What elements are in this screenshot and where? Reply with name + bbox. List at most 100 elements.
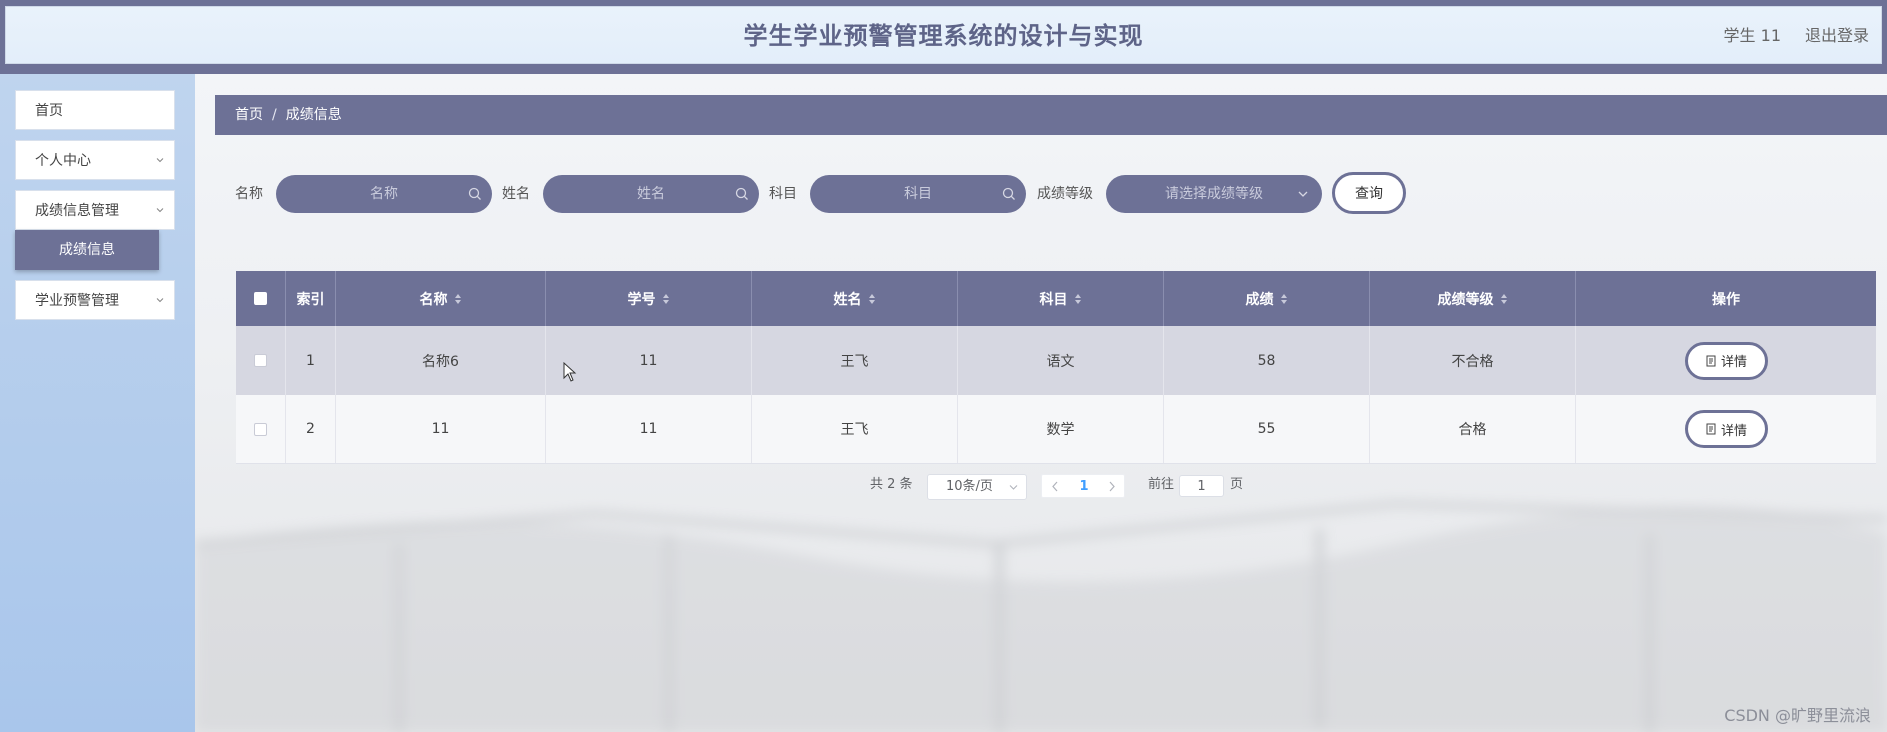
student-name-search-input[interactable] — [543, 175, 759, 213]
breadcrumb-home[interactable]: 首页 — [235, 107, 263, 123]
goto-label: 前往 — [1148, 477, 1175, 492]
cell-student-id: 11 — [546, 395, 752, 463]
page-size-select[interactable]: 10条/页 — [927, 474, 1027, 500]
breadcrumb: 首页 / 成绩信息 — [215, 95, 1887, 135]
cell-score: 55 — [1164, 395, 1370, 463]
cell-name: 名称6 — [336, 326, 546, 395]
header-grade-level[interactable]: 成绩等级 — [1370, 271, 1576, 326]
chevron-left-icon[interactable] — [1051, 481, 1059, 492]
header-label: 学号 — [627, 291, 656, 308]
row-select-cell — [236, 395, 286, 463]
sidebar-item-label: 个人中心 — [35, 153, 91, 169]
site-title: 学生学业预警管理系统的设计与实现 — [743, 22, 1144, 50]
header-student-id[interactable]: 学号 — [546, 271, 752, 326]
logout-link[interactable]: 退出登录 — [1805, 7, 1869, 65]
grade-level-select[interactable]: 请选择成绩等级 — [1106, 175, 1322, 213]
chevron-down-icon — [156, 158, 164, 163]
sort-icon — [662, 293, 669, 304]
table-row[interactable]: 1 名称6 11 王飞 语文 58 不合格 详情 — [236, 326, 1876, 395]
grade-level-label: 成绩等级 — [1037, 186, 1093, 202]
student-name-label: 姓名 — [502, 186, 530, 202]
row-checkbox[interactable] — [254, 354, 267, 367]
breadcrumb-separator: / — [272, 107, 277, 123]
chevron-down-icon — [156, 298, 164, 303]
query-button[interactable]: 查询 — [1332, 172, 1406, 214]
sidebar-item-label: 学业预警管理 — [35, 293, 119, 309]
header-student-name[interactable]: 姓名 — [752, 271, 958, 326]
goto-page-input[interactable] — [1179, 475, 1224, 497]
sort-icon — [1280, 293, 1287, 304]
main-content: 首页 / 成绩信息 名称 姓名 科目 成绩等级 请选择成绩等级 查询 索引 名称 学… — [195, 74, 1887, 732]
sidebar-item-score-management[interactable]: 成绩信息管理 — [15, 190, 175, 230]
row-select-cell — [236, 326, 286, 395]
chevron-down-icon — [156, 208, 164, 213]
chevron-down-icon — [1009, 485, 1018, 490]
sidebar-item-label: 首页 — [35, 103, 63, 119]
table-row[interactable]: 2 11 11 王飞 数学 55 合格 详情 — [236, 395, 1876, 464]
cell-index: 1 — [286, 326, 336, 395]
chevron-right-icon[interactable] — [1108, 481, 1116, 492]
subject-label: 科目 — [769, 186, 797, 202]
cell-grade-level: 不合格 — [1370, 326, 1576, 395]
sidebar-subitem-score-info[interactable]: 成绩信息 — [15, 230, 159, 270]
cell-student-name: 王飞 — [752, 326, 958, 395]
header-label: 名称 — [419, 291, 448, 308]
pagination-total: 共 2 条 — [870, 477, 913, 492]
header-subject[interactable]: 科目 — [958, 271, 1164, 326]
cell-student-id: 11 — [546, 326, 752, 395]
detail-button-label: 详情 — [1720, 423, 1747, 439]
sidebar-item-label: 成绩信息管理 — [35, 203, 119, 219]
table-header: 索引 名称 学号 姓名 科目 成绩 成绩等级 操作 — [236, 271, 1876, 326]
current-user: 学生 11 — [1723, 26, 1781, 45]
sidebar-item-home[interactable]: 首页 — [15, 90, 175, 130]
page-suffix: 页 — [1230, 477, 1244, 492]
header-label: 成绩等级 — [1437, 291, 1494, 308]
sidebar-item-warning-management[interactable]: 学业预警管理 — [15, 280, 175, 320]
header-label: 姓名 — [833, 291, 862, 308]
cell-actions: 详情 — [1576, 395, 1876, 463]
header-actions: 操作 — [1576, 271, 1876, 326]
name-search-input[interactable] — [276, 175, 492, 213]
search-icon — [1002, 187, 1015, 200]
pager-page-1[interactable]: 1 — [1078, 475, 1090, 499]
row-checkbox[interactable] — [254, 422, 267, 436]
search-icon — [468, 187, 481, 200]
grade-level-placeholder: 请选择成绩等级 — [1165, 186, 1263, 202]
cell-grade-level: 合格 — [1370, 395, 1576, 463]
pager: 1 — [1041, 474, 1125, 498]
header-bar: 学生学业预警管理系统的设计与实现 学生 11 退出登录 — [5, 6, 1882, 64]
cell-subject: 语文 — [958, 326, 1164, 395]
header-select-all-cell — [236, 271, 286, 326]
cell-actions: 详情 — [1576, 326, 1876, 395]
header-label: 操作 — [1712, 291, 1740, 308]
cell-score: 58 — [1164, 326, 1370, 395]
sort-icon — [868, 293, 875, 304]
breadcrumb-current: 成绩信息 — [285, 107, 342, 123]
document-icon — [1706, 423, 1716, 435]
header-name[interactable]: 名称 — [336, 271, 546, 326]
detail-button[interactable]: 详情 — [1684, 341, 1768, 380]
chevron-down-icon — [1298, 191, 1308, 197]
select-all-checkbox[interactable] — [254, 292, 267, 305]
sort-icon — [1500, 293, 1507, 304]
watermark: CSDN @旷野里流浪 — [1724, 706, 1871, 725]
header-score[interactable]: 成绩 — [1164, 271, 1370, 326]
search-icon — [735, 187, 748, 200]
top-header: 学生学业预警管理系统的设计与实现 学生 11 退出登录 — [0, 0, 1887, 74]
subject-search-input[interactable] — [810, 175, 1026, 213]
mouse-cursor-icon — [563, 362, 577, 382]
header-label: 索引 — [296, 291, 325, 308]
page-size-value: 10条/页 — [946, 479, 993, 494]
cell-subject: 数学 — [958, 395, 1164, 463]
cell-index: 2 — [286, 395, 336, 463]
detail-button[interactable]: 详情 — [1684, 410, 1768, 448]
cell-name: 11 — [336, 395, 546, 463]
sidebar-item-profile[interactable]: 个人中心 — [15, 140, 175, 180]
sort-icon — [454, 293, 461, 304]
detail-button-label: 详情 — [1720, 355, 1747, 370]
cell-student-name: 王飞 — [752, 395, 958, 463]
sort-icon — [1074, 293, 1081, 304]
header-label: 科目 — [1039, 291, 1068, 308]
document-icon — [1706, 355, 1716, 366]
name-label: 名称 — [235, 186, 263, 202]
